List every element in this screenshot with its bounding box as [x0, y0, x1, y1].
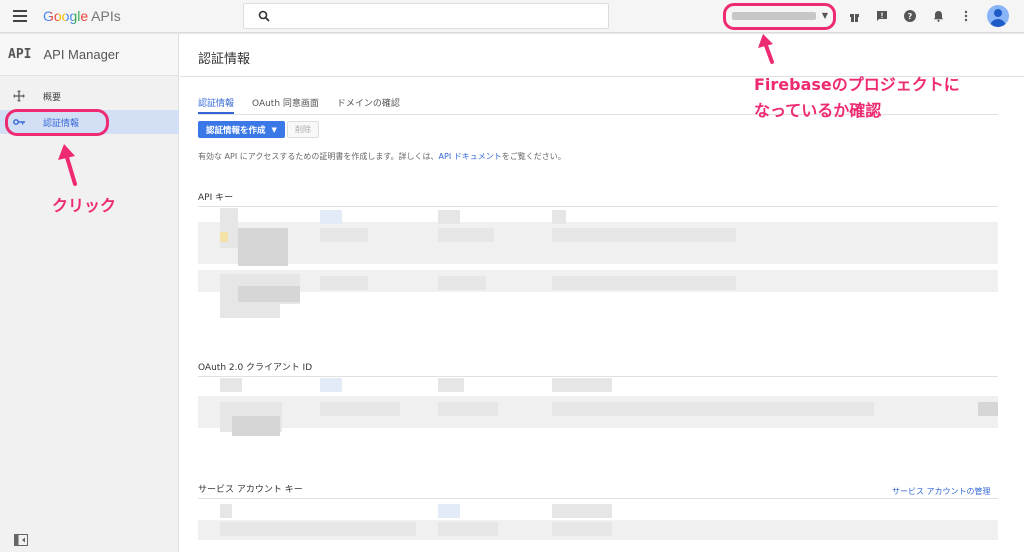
- divider: [198, 498, 998, 499]
- sidebar-item-overview[interactable]: 概要: [0, 84, 179, 108]
- annotation-line: Firebaseのプロジェクトに: [754, 75, 960, 94]
- tab-domain-verification[interactable]: ドメインの確認: [337, 96, 400, 114]
- collapse-sidebar-icon[interactable]: [14, 534, 28, 546]
- svg-text:?: ?: [908, 12, 913, 21]
- api-docs-link[interactable]: API ドキュメント: [439, 152, 502, 161]
- page-title: 認証情報: [198, 52, 251, 67]
- create-credentials-label: 認証情報を作成: [206, 125, 266, 136]
- section-title-service-accounts: サービス アカウント キー: [198, 485, 303, 495]
- more-vert-icon[interactable]: [959, 9, 973, 23]
- annotation-project-note: Firebaseのプロジェクトに なっているか確認: [754, 72, 960, 124]
- tab-oauth-consent[interactable]: OAuth 同意画面: [252, 96, 319, 114]
- notifications-icon[interactable]: [931, 9, 945, 23]
- menu-icon[interactable]: [13, 10, 27, 22]
- annotation-line: なっているか確認: [754, 101, 882, 120]
- section-title-api-keys: API キー: [198, 193, 234, 203]
- description-suffix: をご覧ください。: [501, 152, 566, 161]
- search-icon: [258, 10, 270, 22]
- help-icon[interactable]: ?: [903, 9, 917, 23]
- manage-service-accounts-link[interactable]: サービス アカウントの管理: [892, 486, 991, 497]
- project-highlight: [723, 3, 836, 30]
- logo-apis: APIs: [91, 8, 121, 24]
- top-bar: Google APIs ▼ ?: [0, 0, 1024, 33]
- chevron-down-icon: ▼: [271, 125, 277, 134]
- tab-bar: 認証情報 OAuth 同意画面 ドメインの確認: [198, 96, 418, 114]
- api-logo: API: [8, 47, 32, 62]
- sidebar-title: API Manager: [43, 47, 120, 62]
- gift-icon[interactable]: [847, 9, 861, 23]
- delete-button[interactable]: 削除: [287, 121, 319, 138]
- sidebar-item-label: 概要: [43, 92, 62, 103]
- create-credentials-button[interactable]: 認証情報を作成 ▼: [198, 121, 285, 138]
- section-title-oauth: OAuth 2.0 クライアント ID: [198, 363, 313, 373]
- logo[interactable]: Google APIs: [43, 8, 121, 24]
- annotation-click-note: クリック: [52, 196, 117, 215]
- dashboard-icon: [12, 89, 26, 103]
- divider: [198, 206, 998, 207]
- account-avatar[interactable]: [987, 5, 1009, 27]
- divider: [198, 376, 998, 377]
- feedback-icon[interactable]: [875, 9, 889, 23]
- description: 有効な API にアクセスするための証明書を作成します。詳しくは、API ドキュ…: [198, 151, 566, 162]
- description-text: 有効な API にアクセスするための証明書を作成します。詳しくは、: [198, 152, 439, 161]
- sidebar-header: API API Manager: [0, 34, 178, 76]
- tab-credentials[interactable]: 認証情報: [198, 96, 235, 114]
- credentials-highlight: [5, 109, 109, 136]
- logo-google: Google: [43, 8, 89, 24]
- search-input[interactable]: [243, 3, 609, 29]
